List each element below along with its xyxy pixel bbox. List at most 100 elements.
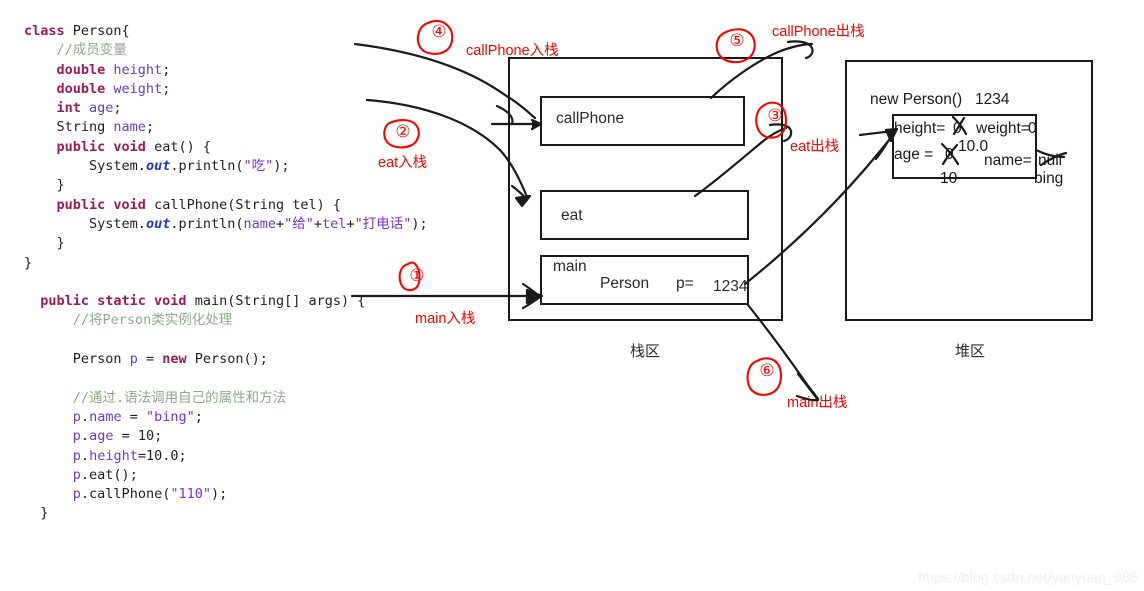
annotation-label-1: main入栈 bbox=[415, 311, 476, 327]
code-token: Person bbox=[72, 351, 130, 368]
code-line: double height; bbox=[24, 61, 424, 80]
code-token: ); bbox=[210, 486, 228, 503]
code-token: = bbox=[121, 408, 146, 425]
code-token: height bbox=[89, 447, 138, 464]
code-token: .callPhone( bbox=[80, 486, 171, 503]
code-token: double bbox=[56, 80, 114, 97]
code-token: double bbox=[56, 61, 114, 78]
code-token: ; bbox=[113, 100, 122, 117]
heap-region-caption: 堆区 bbox=[954, 343, 985, 360]
code-token: ) { bbox=[341, 293, 366, 310]
code-token: "给" bbox=[284, 215, 314, 232]
code-line: p.name = "bing"; bbox=[24, 408, 424, 427]
code-token: out bbox=[145, 158, 171, 175]
code-token: System. bbox=[89, 215, 146, 232]
code-token: } bbox=[56, 177, 65, 194]
code-line: } bbox=[24, 176, 424, 195]
code-token: ; bbox=[194, 408, 203, 425]
annotation-number-5: ⑤ bbox=[729, 31, 745, 50]
code-token: name bbox=[113, 119, 146, 136]
code-token: p bbox=[129, 351, 138, 368]
code-token: weight bbox=[113, 80, 163, 97]
code-line: p.eat(); bbox=[24, 466, 424, 485]
code-token: name bbox=[89, 408, 122, 425]
annotation-number-2: ② bbox=[395, 122, 411, 141]
heap-field-name-initial: null bbox=[1038, 152, 1063, 169]
stack-main-var-value: 1234 bbox=[713, 278, 748, 295]
heap-object-address: 1234 bbox=[975, 91, 1010, 108]
code-token: "吃" bbox=[243, 158, 274, 175]
annotation-label-3: eat出栈 bbox=[790, 139, 840, 155]
code-token: p bbox=[72, 466, 81, 483]
code-line: Person p = new Person(); bbox=[24, 350, 424, 369]
heap-field-weight-name: weight= bbox=[976, 120, 1030, 137]
heap-field-name-updated: bing bbox=[1034, 170, 1064, 187]
code-line: public void eat() { bbox=[24, 138, 424, 157]
heap-field-height-initial: 0 bbox=[953, 120, 962, 137]
code-token: height bbox=[113, 61, 163, 78]
code-token: = bbox=[137, 351, 163, 368]
code-line: //通过.语法调用自己的属性和方法 bbox=[24, 389, 424, 408]
code-line: //成员变量 bbox=[24, 41, 424, 60]
code-token: ); bbox=[411, 215, 428, 232]
heap-field-age-initial: 0 bbox=[945, 146, 954, 163]
heap-field-age-updated: 10 bbox=[940, 170, 958, 187]
code-token: //成员变量 bbox=[56, 42, 127, 59]
code-token: args bbox=[308, 293, 342, 310]
code-token: eat() { bbox=[154, 138, 211, 155]
code-line: int age; bbox=[24, 99, 424, 118]
code-token: String bbox=[56, 119, 114, 136]
code-token: tel bbox=[322, 215, 347, 232]
code-line: p.height=10.0; bbox=[24, 447, 424, 466]
code-token: . bbox=[80, 447, 90, 464]
code-token: .println( bbox=[170, 215, 244, 232]
code-token: name bbox=[243, 215, 276, 232]
annotation-label-6: main出栈 bbox=[787, 395, 848, 411]
heap-field-age-name: age = bbox=[894, 146, 934, 163]
code-token: Person(); bbox=[194, 351, 268, 368]
code-token: System. bbox=[89, 158, 146, 175]
code-token: = bbox=[113, 428, 138, 445]
stack-main-var-name: p= bbox=[676, 275, 694, 292]
code-line: //将Person类实例化处理 bbox=[24, 311, 424, 330]
code-line: System.out.println(name+"给"+tel+"打电话"); bbox=[24, 215, 428, 234]
code-token: .println( bbox=[170, 158, 244, 175]
code-token: 10 bbox=[137, 428, 155, 445]
code-token: 10.0 bbox=[145, 447, 179, 464]
code-token: "110" bbox=[170, 486, 211, 503]
annotation-number-6: ⑥ bbox=[759, 361, 775, 380]
code-token: //将Person类实例化处理 bbox=[72, 312, 233, 329]
code-token: out bbox=[145, 215, 171, 232]
code-token: "bing" bbox=[145, 408, 195, 425]
code-token: callPhone(String tel) { bbox=[154, 196, 341, 213]
code-line: double weight; bbox=[24, 80, 424, 99]
code-token: "打电话" bbox=[354, 215, 412, 232]
code-token: int bbox=[56, 100, 90, 117]
code-token: ; bbox=[162, 61, 171, 78]
code-token: new bbox=[162, 351, 195, 368]
code-token: ); bbox=[273, 158, 290, 175]
code-line: p.age = 10; bbox=[24, 427, 424, 446]
code-token: ; bbox=[145, 119, 155, 136]
code-token: class bbox=[24, 23, 73, 39]
stack-frame-eat-label: eat bbox=[561, 207, 583, 224]
annotation-number-3: ③ bbox=[767, 106, 783, 125]
code-token: //通过.语法调用自己的属性和方法 bbox=[72, 389, 287, 406]
code-token: + bbox=[276, 215, 285, 232]
code-token: public void bbox=[56, 138, 155, 155]
heap-object-label: new Person() bbox=[870, 91, 963, 108]
code-token: ; bbox=[154, 428, 163, 445]
diagram-canvas: class Person{ //成员变量 double height; doub… bbox=[0, 0, 1144, 591]
code-line: } bbox=[24, 234, 424, 253]
code-line: class Person{ bbox=[24, 22, 424, 41]
